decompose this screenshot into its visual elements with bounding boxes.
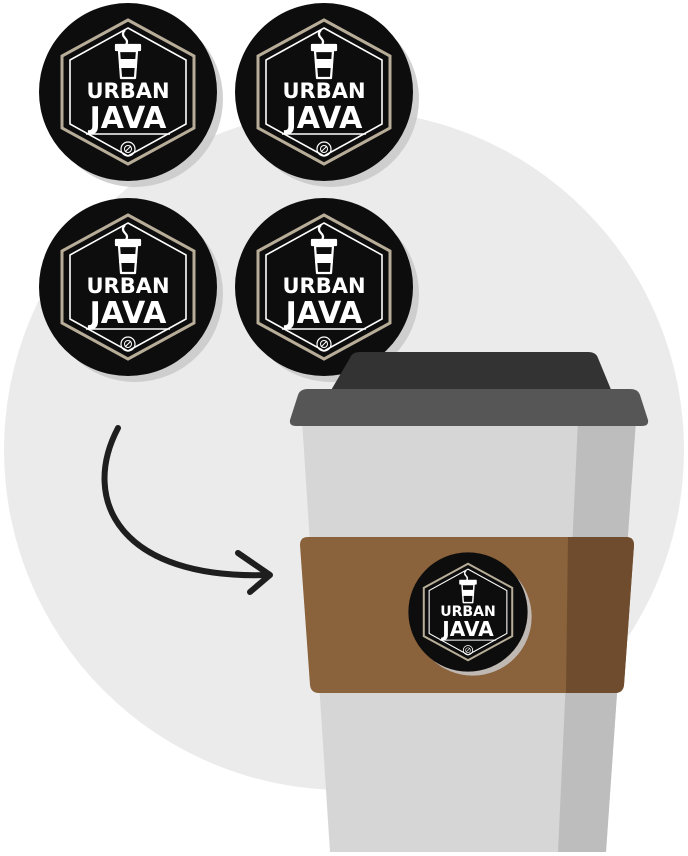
sticker-brand-line1: URBAN [282,274,365,298]
sticker-brand-line2: JAVA [284,296,364,331]
sticker: URBAN JAVA [37,1,225,189]
cup-sleeve-shade [566,537,634,693]
sticker-brand-line2: JAVA [440,617,494,641]
illustration-canvas: URBAN JAVA URBAN JAVA URBAN JAVA URBAN J… [4,1,684,852]
cup-lid-rim [289,389,649,426]
sticker-brand-line2: JAVA [88,101,168,136]
cup-lid-top [330,352,612,392]
sticker-brand-line1: URBAN [86,79,169,103]
sticker-brand-line2: JAVA [284,101,364,136]
sticker-brand-line1: URBAN [86,274,169,298]
sticker-brand-line2: JAVA [88,296,168,331]
sticker-brand-line1: URBAN [282,79,365,103]
